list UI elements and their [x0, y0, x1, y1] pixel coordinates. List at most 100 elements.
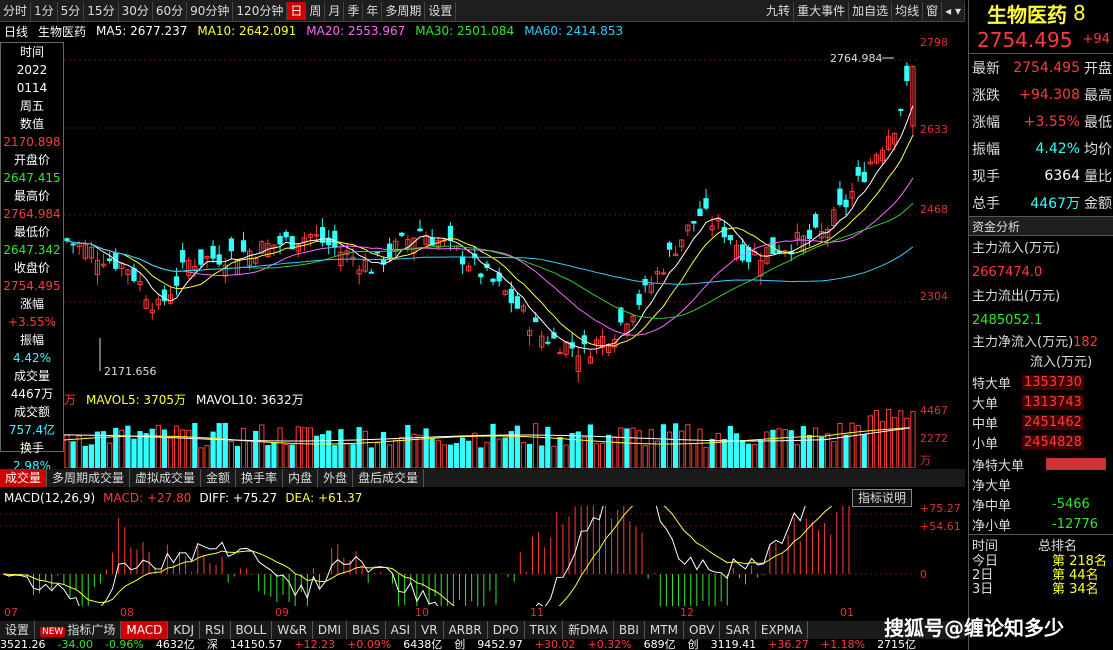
volume-bar [685, 424, 691, 468]
toolbar-arrow-icon[interactable]: ◂ ▾ [942, 2, 965, 20]
candle-body [837, 188, 843, 205]
volume-tab-6[interactable]: 外盘 [318, 469, 354, 487]
candle-body [107, 258, 113, 262]
volume-tab-5[interactable]: 内盘 [283, 469, 319, 487]
info-row-15: +3.55% [7, 315, 57, 329]
volume-bar [125, 425, 131, 468]
indicator-tab-15[interactable]: BBI [614, 621, 645, 639]
indicator-tab-7[interactable]: DMI [313, 621, 348, 639]
flow-header: 流入(万元) [1030, 355, 1093, 370]
indicator-tab-8[interactable]: BIAS [347, 621, 386, 639]
indicator-tab-10[interactable]: VR [416, 621, 444, 639]
period-tab-0[interactable]: 分时 [0, 1, 32, 20]
toolbar-right-item-4[interactable]: 窗 [923, 2, 943, 20]
volume-bar [551, 445, 557, 468]
status-item-11: +30.02 [534, 639, 576, 650]
indicator-tab-12[interactable]: DPO [488, 621, 525, 639]
info-row-17: 4.42% [12, 351, 52, 365]
volume-bar [508, 431, 514, 468]
volume-tab-2[interactable]: 虚拟成交量 [130, 469, 202, 487]
flow-row-value: 1353730 [1022, 374, 1084, 390]
volume-bar [405, 424, 411, 468]
volume-bar [782, 429, 788, 468]
indicator-tab-1[interactable]: NEW 指标广场 [35, 621, 122, 639]
period-tab-14[interactable]: 设置 [425, 1, 457, 20]
period-tab-10[interactable]: 月 [325, 1, 345, 20]
volume-bar [539, 445, 545, 468]
indicator-tab-2[interactable]: MACD [121, 621, 169, 639]
indicator-tab-3[interactable]: KDJ [168, 621, 200, 639]
toolbar-right-item-0[interactable]: 九转 [763, 2, 795, 20]
volume-bar [819, 437, 825, 468]
indicator-tab-13[interactable]: TRIX [525, 621, 564, 639]
indicator-tab-0[interactable]: 设置 [0, 621, 36, 639]
volume-bar [563, 444, 569, 468]
indicator-tab-18[interactable]: SAR [720, 621, 756, 639]
volume-bar [599, 442, 606, 468]
period-tab-2[interactable]: 5分 [58, 1, 85, 20]
volume-bar [648, 429, 654, 468]
volume-bar [368, 447, 374, 468]
period-tab-4[interactable]: 30分 [119, 1, 153, 20]
volume-bar [246, 440, 253, 468]
period-tab-1[interactable]: 1分 [31, 1, 58, 20]
indicator-tab-9[interactable]: ASI [386, 621, 417, 639]
volume-tab-7[interactable]: 盘后成交量 [353, 469, 425, 487]
period-tab-13[interactable]: 多周期 [382, 1, 426, 20]
indicator-tab-14[interactable]: 新DMA [563, 621, 614, 639]
volume-chart[interactable] [64, 408, 916, 468]
candle-body [289, 236, 295, 250]
indicator-tab-19[interactable]: EXPMA [756, 621, 809, 639]
indicator-tab-5[interactable]: BOLL [231, 621, 273, 639]
period-tab-5[interactable]: 60分 [153, 1, 188, 20]
volume-tab-4[interactable]: 换手率 [236, 469, 284, 487]
candle-body [861, 171, 867, 182]
quote-row-label2: 量比 [1084, 168, 1112, 185]
quote-row-label: 振幅 [972, 141, 1000, 158]
candle-body [131, 268, 137, 282]
period-tab-3[interactable]: 15分 [84, 1, 119, 20]
indicator-tab-6[interactable]: W&R [272, 621, 313, 639]
volume-tab-1[interactable]: 多周期成交量 [47, 469, 131, 487]
volume-bar [715, 433, 721, 468]
outflow-label: 主力流出(万元) [972, 289, 1061, 304]
indicator-tab-17[interactable]: OBV [684, 621, 721, 639]
toolbar-right-item-2[interactable]: 加自选 [849, 2, 893, 20]
period-tab-8[interactable]: 日 [287, 1, 307, 20]
period-tab-11[interactable]: 季 [344, 1, 364, 20]
volume-bar [867, 415, 873, 468]
volume-bar [721, 438, 727, 468]
candle-body [216, 254, 222, 265]
net-bar [1046, 458, 1106, 470]
macd-chart[interactable] [0, 506, 916, 606]
indicator-help-button[interactable]: 指标说明 [852, 489, 912, 507]
fund-analysis-header[interactable]: 资金分析 [969, 216, 1113, 236]
info-row-22: 换手 [19, 441, 44, 455]
candle-body [721, 226, 727, 238]
volume-bar [885, 408, 892, 468]
indicator-tab-label: OBV [688, 623, 715, 637]
candle-body [666, 242, 673, 250]
candlestick-chart[interactable]: 2764.984 2171.656 [64, 40, 916, 388]
date-tick-1: 08 [120, 606, 134, 619]
volume-tab-3[interactable]: 金额 [201, 469, 237, 487]
toolbar-right-item-3[interactable]: 均线 [892, 2, 924, 20]
toolbar-right-item-1[interactable]: 重大事件 [794, 2, 850, 20]
period-tab-7[interactable]: 120分钟 [233, 1, 288, 20]
indicator-tab-label: MTM [649, 623, 678, 637]
indicator-tab-4[interactable]: RSI [200, 621, 231, 639]
quote-title: 生物医药 [987, 2, 1067, 27]
period-tab-12[interactable]: 年 [363, 1, 383, 20]
candle-body [180, 250, 186, 263]
period-tab-9[interactable]: 周 [306, 1, 326, 20]
period-tab-6[interactable]: 90分钟 [187, 1, 234, 20]
volume-tab-0[interactable]: 成交量 [0, 469, 48, 487]
volume-bar [453, 443, 460, 468]
volume-bar [666, 431, 673, 468]
candle-body [806, 229, 813, 239]
indicator-tab-11[interactable]: ARBR [444, 621, 488, 639]
indicator-tab-16[interactable]: MTM [645, 621, 684, 639]
indicator-tab-label: SAR [725, 623, 750, 637]
candle-body [636, 293, 642, 305]
volume-bar [770, 429, 776, 468]
